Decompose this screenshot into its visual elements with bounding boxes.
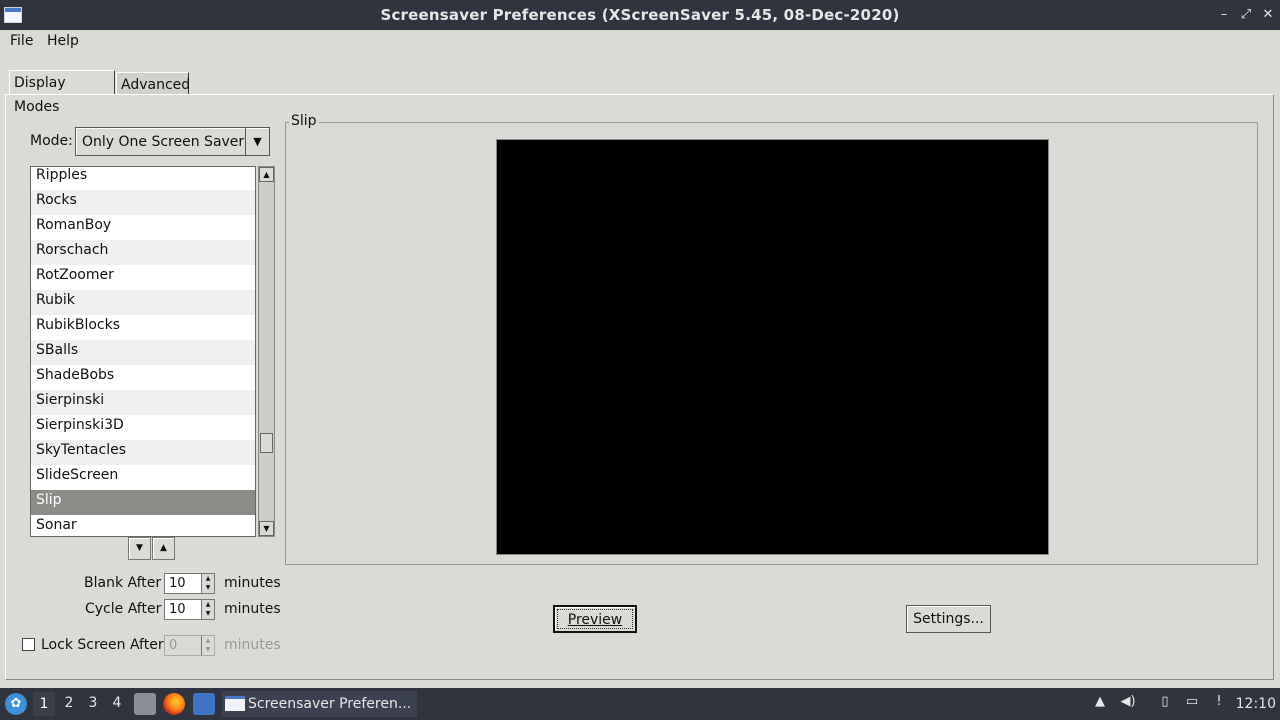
cycle-after-spinner[interactable]: 10 ▲ ▼ xyxy=(164,599,215,620)
list-item[interactable]: ShadeBobs xyxy=(31,365,255,390)
chevron-down-icon[interactable]: ▼ xyxy=(245,128,269,155)
tab-display-modes[interactable]: Display Modes xyxy=(9,70,115,115)
mode-value: Only One Screen Saver xyxy=(82,134,245,150)
menu-file[interactable]: File xyxy=(10,33,33,49)
lock-screen-unit: minutes xyxy=(224,637,281,653)
minimize-button[interactable]: – xyxy=(1215,6,1233,24)
title-bar: Screensaver Preferences (XScreenSaver 5.… xyxy=(0,0,1280,30)
notification-icon[interactable]: ! xyxy=(1210,694,1228,714)
screensaver-list[interactable]: Ripples Rocks RomanBoy Rorschach RotZoomer Ru… xyxy=(30,166,256,537)
tab-advanced[interactable]: Advanced xyxy=(116,72,190,95)
scroll-up-icon[interactable]: ▲ xyxy=(259,167,274,182)
list-item[interactable]: Rocks xyxy=(31,190,255,215)
mode-label: Mode: xyxy=(30,133,73,149)
list-scrollbar[interactable]: ▲ ▼ xyxy=(258,166,275,537)
list-item[interactable]: RotZoomer xyxy=(31,265,255,290)
preview-button-label: Preview xyxy=(567,612,623,628)
list-item[interactable]: Ripples xyxy=(31,167,255,190)
preview-area xyxy=(496,139,1049,555)
list-item[interactable]: Rubik xyxy=(31,290,255,315)
settings-button[interactable]: Settings... xyxy=(906,605,991,633)
cycle-after-unit: minutes xyxy=(224,601,281,617)
list-item[interactable]: RubikBlocks xyxy=(31,315,255,340)
tray-expand-icon[interactable]: ▲ xyxy=(1091,694,1109,714)
mode-dropdown[interactable]: Only One Screen Saver ▼ xyxy=(75,127,270,156)
close-button[interactable]: ✕ xyxy=(1259,6,1277,24)
start-menu-icon[interactable]: ✿ xyxy=(5,693,27,715)
preview-frame-label: Slip xyxy=(289,113,319,129)
workspace-1[interactable]: 1 xyxy=(33,692,55,716)
cycle-after-label: Cycle After xyxy=(85,601,162,617)
menu-help[interactable]: Help xyxy=(47,33,79,49)
volume-icon[interactable]: ◀) xyxy=(1119,694,1137,714)
desktop-icon[interactable] xyxy=(193,693,215,715)
menu-bar: File Help xyxy=(0,30,1280,53)
list-item[interactable]: Sonar xyxy=(31,515,255,536)
scroll-thumb[interactable] xyxy=(260,433,273,453)
next-item-button[interactable]: ▼ xyxy=(128,537,151,560)
maximize-button[interactable]: ⤢ xyxy=(1237,6,1255,24)
network-icon[interactable]: ▭ xyxy=(1183,694,1201,714)
blank-after-label: Blank After xyxy=(84,575,162,591)
previous-item-button[interactable]: ▲ xyxy=(152,537,175,560)
blank-after-spinner[interactable]: 10 ▲ ▼ xyxy=(164,573,215,594)
lock-screen-value: 0 xyxy=(169,638,178,653)
window-title: Screensaver Preferences (XScreenSaver 5.… xyxy=(380,6,900,24)
list-item[interactable]: SlideScreen xyxy=(31,465,255,490)
taskbar-window-button[interactable]: Screensaver Preferen... xyxy=(222,691,417,717)
workspace-4[interactable]: 4 xyxy=(109,695,125,711)
list-item[interactable]: Sierpinski3D xyxy=(31,415,255,440)
list-item[interactable]: SkyTentacles xyxy=(31,440,255,465)
list-item[interactable]: Sierpinski xyxy=(31,390,255,415)
workspace-3[interactable]: 3 xyxy=(85,695,101,711)
taskbar: ✿ 1 2 3 4 Screensaver Preferen... ▲ ◀) ▯… xyxy=(0,688,1280,720)
lock-screen-label: Lock Screen After xyxy=(41,637,164,653)
clock: 12:10 xyxy=(1235,696,1276,712)
cycle-after-value: 10 xyxy=(169,602,186,617)
lock-screen-spinner[interactable]: 0 ▲ ▼ xyxy=(164,635,215,656)
clipboard-icon[interactable]: ▯ xyxy=(1156,694,1174,714)
blank-after-unit: minutes xyxy=(224,575,281,591)
workspace-2[interactable]: 2 xyxy=(61,695,77,711)
spinner-arrows-icon[interactable]: ▲ ▼ xyxy=(201,636,214,655)
list-item[interactable]: Slip xyxy=(31,490,255,515)
taskbar-window-label: Screensaver Preferen... xyxy=(248,696,412,712)
list-item[interactable]: SBalls xyxy=(31,340,255,365)
preview-button[interactable]: Preview xyxy=(553,605,637,633)
app-window-icon xyxy=(225,696,245,711)
list-item[interactable]: Rorschach xyxy=(31,240,255,265)
scroll-down-icon[interactable]: ▼ xyxy=(259,521,274,536)
spinner-arrows-icon[interactable]: ▲ ▼ xyxy=(201,574,214,593)
lock-screen-checkbox[interactable] xyxy=(22,638,35,651)
list-item[interactable]: RomanBoy xyxy=(31,215,255,240)
file-manager-icon[interactable] xyxy=(134,693,156,715)
blank-after-value: 10 xyxy=(169,576,186,591)
firefox-icon[interactable] xyxy=(163,693,185,715)
spinner-arrows-icon[interactable]: ▲ ▼ xyxy=(201,600,214,619)
